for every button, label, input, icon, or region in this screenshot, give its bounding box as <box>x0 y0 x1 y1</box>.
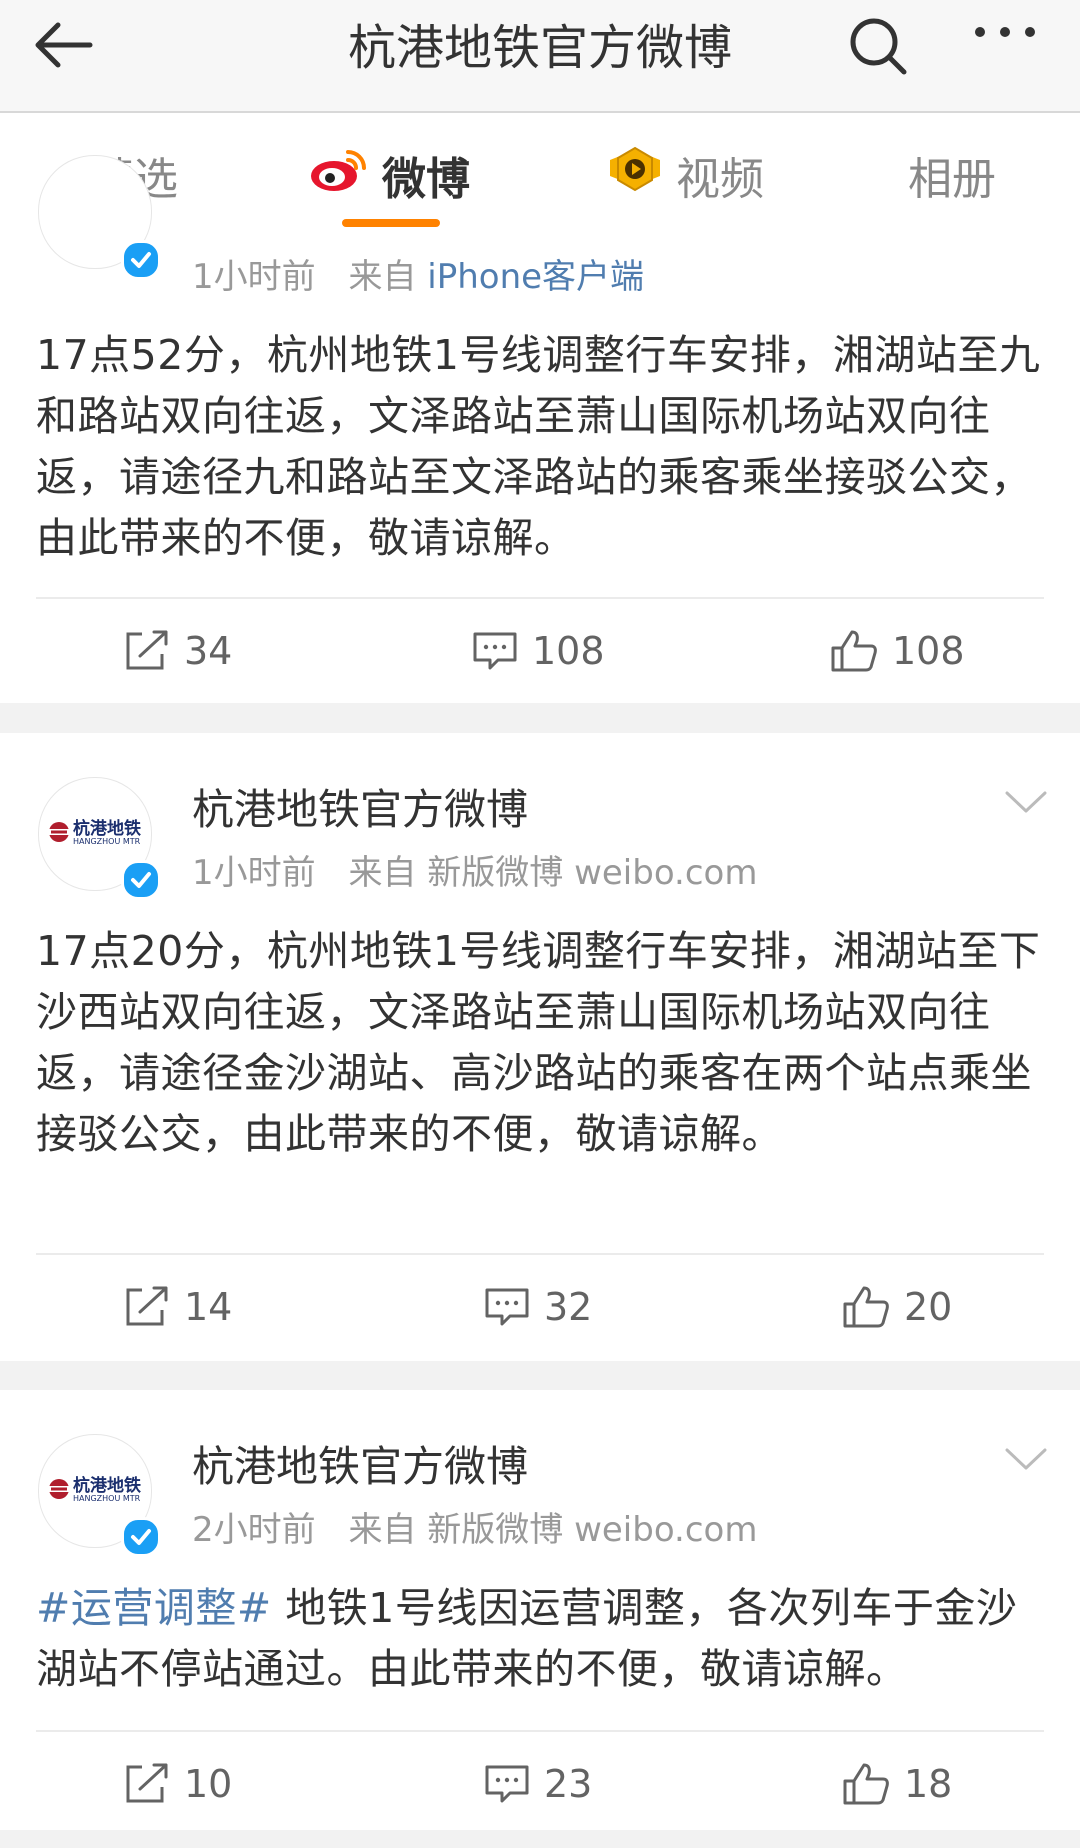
weibo-logo-icon <box>308 146 368 205</box>
hashtag-link[interactable]: #运营调整# <box>36 1584 272 1632</box>
repost-button[interactable]: 14 <box>124 1277 232 1337</box>
like-count: 18 <box>904 1762 953 1806</box>
repost-icon <box>126 1763 168 1803</box>
source-prefix: 来自 <box>348 853 417 893</box>
divider <box>36 597 1044 599</box>
like-icon <box>843 1763 889 1805</box>
verified-badge-icon <box>121 1517 161 1557</box>
verified-badge-icon <box>121 860 161 900</box>
post-time: 1小时前 <box>192 853 316 893</box>
avatar-logo-subtext: HANGZHOU MTR <box>73 1494 141 1503</box>
post-text: 17点52分，杭州地铁1号线调整行车安排，湘湖站至九和路站双向往返，文泽路站至萧… <box>36 331 1041 562</box>
repost-count: 14 <box>184 1285 233 1329</box>
tab-weibo[interactable]: 微博 <box>308 145 470 205</box>
avatar[interactable]: 杭港地铁 HANGZHOU MTR <box>38 1434 161 1557</box>
profile-tab-bar: 精选 微博 视频 相册 <box>0 113 1080 233</box>
like-count: 108 <box>892 629 965 673</box>
source-prefix: 来自 <box>348 257 417 297</box>
post-source[interactable]: 新版微博 weibo.com <box>427 853 757 893</box>
repost-button[interactable]: 34 <box>124 621 232 681</box>
verified-badge-icon <box>121 240 161 280</box>
like-button[interactable]: 20 <box>842 1277 952 1337</box>
avatar[interactable] <box>38 155 161 280</box>
like-icon <box>843 1286 889 1328</box>
post-card: 杭港地铁 HANGZHOU MTR 杭港地铁官方微博 2小时前 来自 新版微博 … <box>0 1390 1080 1830</box>
like-icon <box>831 630 877 672</box>
tab-label: 视频 <box>676 154 764 205</box>
post-meta: 1小时前 来自 新版微博 weibo.com <box>192 851 757 895</box>
comment-count: 32 <box>544 1285 593 1329</box>
page-title: 杭港地铁官方微博 <box>347 20 732 76</box>
avatar-logo-text: 杭港地铁 <box>73 819 141 839</box>
chevron-down-icon[interactable] <box>1004 789 1048 817</box>
divider <box>36 1253 1044 1255</box>
tab-label: 微博 <box>382 154 470 205</box>
comment-count: 108 <box>532 629 605 673</box>
chevron-down-icon[interactable] <box>1004 1446 1048 1474</box>
comment-icon <box>485 1765 529 1803</box>
active-tab-indicator <box>342 219 440 227</box>
post-meta: 2小时前 来自 新版微博 weibo.com <box>192 1508 757 1552</box>
like-button[interactable]: 18 <box>842 1754 952 1814</box>
author-name[interactable]: 杭港地铁官方微博 <box>192 783 528 837</box>
repost-icon <box>126 1286 168 1326</box>
avatar[interactable]: 杭港地铁 HANGZHOU MTR <box>38 777 161 900</box>
comment-icon <box>485 1288 529 1326</box>
like-button[interactable]: 108 <box>830 621 965 681</box>
avatar-logo-text: 杭港地铁 <box>73 1476 141 1496</box>
post-source-link[interactable]: iPhone客户端 <box>427 257 644 297</box>
post-meta: 1小时前 来自 iPhone客户端 <box>192 255 644 299</box>
comment-button[interactable]: 32 <box>484 1277 592 1337</box>
repost-icon <box>126 630 168 670</box>
comment-button[interactable]: 108 <box>472 621 605 681</box>
more-dots-icon[interactable] <box>970 22 1050 72</box>
repost-count: 10 <box>184 1762 233 1806</box>
search-icon[interactable] <box>846 14 916 84</box>
like-count: 20 <box>904 1285 953 1329</box>
comment-count: 23 <box>544 1762 593 1806</box>
post-text: #运营调整# 地铁1号线因运营调整，各次列车于金沙湖站不停站通过。由此带来的不便… <box>36 1578 1046 1700</box>
comment-icon <box>473 632 517 670</box>
post-time: 1小时前 <box>192 257 316 297</box>
repost-button[interactable]: 10 <box>124 1754 232 1814</box>
video-badge-icon <box>606 146 664 205</box>
top-navigation-bar: 杭港地铁官方微博 <box>0 0 1080 113</box>
comment-button[interactable]: 23 <box>484 1754 592 1814</box>
tab-label: 相册 <box>908 154 996 205</box>
post-text: 17点20分，杭州地铁1号线调整行车安排，湘湖站至下沙西站双向往返，文泽路站至萧… <box>36 927 1041 1158</box>
author-name[interactable]: 杭港地铁官方微博 <box>192 1440 528 1494</box>
avatar-logo-subtext: HANGZHOU MTR <box>73 837 141 846</box>
post-time: 2小时前 <box>192 1510 316 1550</box>
divider <box>36 1730 1044 1732</box>
post-card: 1小时前 来自 iPhone客户端 17点52分，杭州地铁1号线调整行车安排，湘… <box>0 155 1080 703</box>
repost-count: 34 <box>184 629 233 673</box>
tab-album[interactable]: 相册 <box>908 145 996 205</box>
post-card: 杭港地铁 HANGZHOU MTR 杭港地铁官方微博 1小时前 来自 新版微博 … <box>0 733 1080 1361</box>
post-source[interactable]: 新版微博 weibo.com <box>427 1510 757 1550</box>
source-prefix: 来自 <box>348 1510 417 1550</box>
tab-video[interactable]: 视频 <box>606 145 764 205</box>
